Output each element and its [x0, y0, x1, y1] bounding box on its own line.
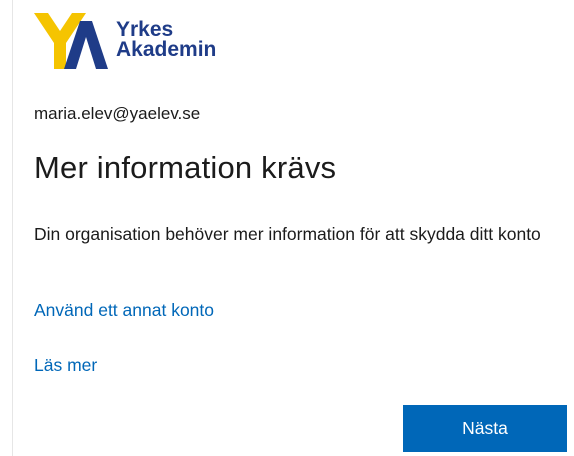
logo-wordmark: Yrkes Akademin [116, 18, 217, 61]
use-other-account-link[interactable]: Använd ett annat konto [34, 300, 214, 321]
page-title: Mer information krävs [34, 150, 337, 185]
ya-logo-mark-icon [34, 13, 108, 69]
yrkesakademin-logo: Yrkes Akademin [34, 13, 244, 73]
read-more-link[interactable]: Läs mer [34, 355, 97, 376]
signin-card: Yrkes Akademin maria.elev@yaelev.se Mer … [13, 0, 574, 456]
account-email: maria.elev@yaelev.se [34, 104, 201, 123]
logo-wordmark-line1: Yrkes [116, 18, 174, 41]
page-description: Din organisation behöver mer information… [34, 224, 541, 244]
next-button[interactable]: Nästa [403, 405, 567, 452]
logo-wordmark-line2: Akademin [116, 38, 217, 61]
window-left-edge [0, 0, 13, 456]
